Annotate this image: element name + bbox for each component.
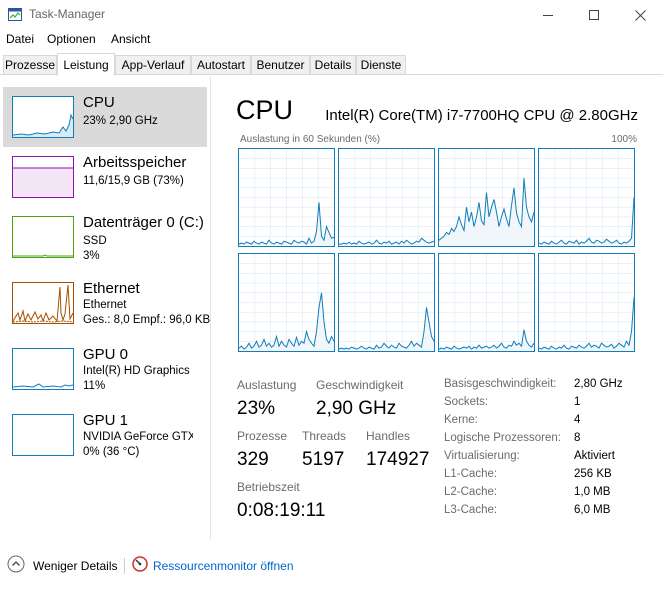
threads-value: 5197 — [302, 449, 345, 470]
tab-leistung[interactable]: Leistung — [57, 53, 115, 76]
sidebar-disk-title: Datenträger 0 (C:) — [83, 214, 204, 231]
logical-processor-graph — [238, 148, 335, 247]
task-manager-window: Task-Manager Datei Optionen Ansicht Proz… — [0, 0, 663, 590]
detail-value-l1-cache: 256 KB — [574, 468, 612, 480]
betriebszeit-label: Betriebszeit — [237, 480, 300, 494]
detail-value-virtualisierung: Aktiviert — [574, 450, 615, 462]
cpu-model-name: Intel(R) Core(TM) i7-7700HQ CPU @ 2.80GH… — [325, 107, 638, 124]
menu-ansicht[interactable]: Ansicht — [111, 32, 150, 46]
tab-prozesse[interactable]: Prozesse — [3, 55, 57, 74]
sidebar-item-datentraeger[interactable]: Datenträger 0 (C:) SSD 3% — [3, 207, 207, 267]
detail-value-logische-prozessoren: 8 — [574, 432, 581, 444]
sidebar-disk-usage: 3% — [83, 250, 100, 262]
detail-label-l2-cache: L2-Cache: — [444, 486, 498, 498]
logical-processor-graph — [538, 253, 635, 352]
detail-value-basisgeschwindigkeit: 2,80 GHz — [574, 378, 623, 390]
sidebar-cpu-title: CPU — [83, 94, 115, 111]
task-manager-icon — [8, 8, 22, 21]
sidebar-gpu1-usage: 0% (36 °C) — [83, 446, 140, 458]
tab-dienste[interactable]: Dienste — [356, 55, 406, 74]
memory-mini-graph — [12, 156, 74, 198]
menu-optionen[interactable]: Optionen — [47, 32, 96, 46]
tab-autostart[interactable]: Autostart — [191, 55, 251, 74]
logical-processor-graph — [338, 253, 435, 352]
geschwindigkeit-label: Geschwindigkeit — [316, 378, 404, 392]
graph-max-label: 100% — [611, 134, 637, 145]
logical-processor-graph — [338, 148, 435, 247]
detail-value-sockets: 1 — [574, 396, 581, 408]
sidebar-item-ethernet[interactable]: Ethernet Ethernet Ges.: 8,0 Empf.: 96,0 … — [3, 273, 211, 333]
title-bar[interactable]: Task-Manager — [0, 0, 663, 30]
sidebar-memory-title: Arbeitsspeicher — [83, 154, 187, 171]
prozesse-label: Prozesse — [237, 429, 288, 443]
minimize-icon — [543, 15, 553, 16]
geschwindigkeit-value: 2,90 GHz — [316, 398, 397, 419]
logical-processor-graphs — [238, 148, 638, 354]
detail-value-l3-cache: 6,0 MB — [574, 504, 611, 516]
sidebar-ethernet-title: Ethernet — [83, 280, 140, 297]
sidebar-gpu0-model: Intel(R) HD Graphics 630 — [83, 365, 193, 377]
maximize-button[interactable] — [571, 0, 617, 30]
sidebar-memory-usage: 11,6/15,9 GB (73%) — [83, 175, 184, 187]
footer-divider — [124, 558, 125, 574]
cpu-mini-graph — [12, 96, 74, 138]
close-icon — [634, 9, 646, 21]
fewer-details-button[interactable]: Weniger Details — [33, 559, 117, 573]
logical-processor-graph — [438, 253, 535, 352]
resource-monitor-icon[interactable] — [132, 556, 148, 575]
ethernet-mini-graph — [12, 282, 74, 324]
sidebar-gpu1-title: GPU 1 — [83, 412, 129, 429]
sidebar-gpu0-usage: 11% — [83, 380, 106, 392]
detail-value-kerne: 4 — [574, 414, 581, 426]
detail-label-virtualisierung: Virtualisierung: — [444, 450, 520, 462]
handles-value: 174927 — [366, 449, 430, 470]
sidebar-disk-type: SSD — [83, 235, 107, 247]
disk-mini-graph — [12, 216, 74, 258]
detail-label-basisgeschwindigkeit: Basisgeschwindigkeit: — [444, 378, 557, 390]
footer-bar: Weniger Details Ressourcenmonitor öffnen — [0, 550, 663, 580]
prozesse-value: 329 — [237, 449, 269, 470]
logical-processor-graph — [438, 148, 535, 247]
window-title: Task-Manager — [29, 7, 106, 21]
open-resource-monitor-link[interactable]: Ressourcenmonitor öffnen — [153, 559, 294, 573]
detail-label-l1-cache: L1-Cache: — [444, 468, 498, 480]
sidebar-gpu1-model: NVIDIA GeForce GTX 1050 — [83, 431, 193, 443]
sidebar-item-arbeitsspeicher[interactable]: Arbeitsspeicher 11,6/15,9 GB (73%) — [3, 147, 207, 207]
tab-benutzer[interactable]: Benutzer — [251, 55, 310, 74]
close-button[interactable] — [617, 0, 663, 30]
auslastung-label: Auslastung — [237, 378, 297, 392]
graph-caption: Auslastung in 60 Sekunden (%) — [240, 134, 381, 145]
gpu0-mini-graph — [12, 348, 74, 390]
detail-label-l3-cache: L3-Cache: — [444, 504, 498, 516]
maximize-icon — [589, 10, 599, 20]
tab-bar: Prozesse Leistung App-Verlauf Autostart … — [0, 53, 663, 76]
logical-processor-graph — [538, 148, 635, 247]
tab-app-verlauf[interactable]: App-Verlauf — [115, 55, 191, 74]
betriebszeit-value: 0:08:19:11 — [237, 500, 326, 521]
resource-sidebar: CPU 23% 2,90 GHz Arbeitsspeicher 11,6/15… — [0, 76, 211, 539]
sidebar-ethernet-adapter: Ethernet — [83, 299, 127, 311]
sidebar-cpu-usage: 23% 2,90 GHz — [83, 115, 158, 127]
minimize-button[interactable] — [525, 0, 571, 30]
detail-label-sockets: Sockets: — [444, 396, 489, 408]
handles-label: Handles — [366, 429, 411, 443]
tab-details[interactable]: Details — [310, 55, 356, 74]
sidebar-item-cpu[interactable]: CPU 23% 2,90 GHz — [3, 87, 207, 147]
detail-value-l2-cache: 1,0 MB — [574, 486, 611, 498]
chevron-up-icon[interactable] — [7, 555, 25, 576]
detail-label-logische-prozessoren: Logische Prozessoren: — [444, 432, 561, 444]
sidebar-ethernet-throughput: Ges.: 8,0 Empf.: 96,0 KBit/s — [83, 314, 211, 326]
page-title: CPU — [236, 95, 294, 125]
gpu1-mini-graph — [12, 414, 74, 456]
sidebar-item-gpu0[interactable]: GPU 0 Intel(R) HD Graphics 630 11% — [3, 339, 207, 399]
sidebar-gpu0-title: GPU 0 — [83, 346, 129, 363]
auslastung-value: 23% — [237, 398, 276, 419]
menu-datei[interactable]: Datei — [6, 32, 34, 46]
sidebar-item-gpu1[interactable]: GPU 1 NVIDIA GeForce GTX 1050 0% (36 °C) — [3, 405, 207, 465]
threads-label: Threads — [302, 429, 347, 443]
logical-processor-graph — [238, 253, 335, 352]
detail-label-kerne: Kerne: — [444, 414, 478, 426]
